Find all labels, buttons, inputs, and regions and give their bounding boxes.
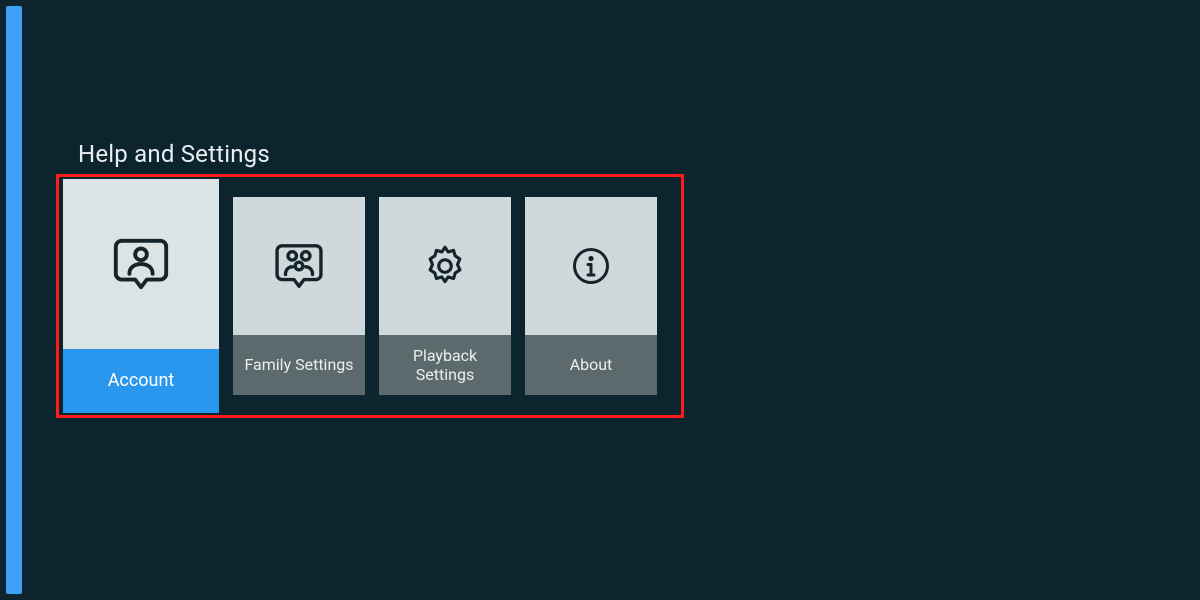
settings-tiles-highlight-frame: Account Family Settings Playback Setting… <box>56 174 684 418</box>
gear-icon <box>379 197 511 335</box>
family-bubble-icon <box>233 197 365 335</box>
tile-label: About <box>525 335 657 395</box>
tile-label: Family Settings <box>233 335 365 395</box>
person-bubble-icon <box>63 179 219 349</box>
left-accent-bar <box>6 6 22 594</box>
settings-tile-about[interactable]: About <box>525 197 657 395</box>
settings-tile-playback[interactable]: Playback Settings <box>379 197 511 395</box>
tile-label: Account <box>63 349 219 413</box>
settings-tile-family[interactable]: Family Settings <box>233 197 365 395</box>
tile-label: Playback Settings <box>379 335 511 395</box>
page-title: Help and Settings <box>78 140 270 168</box>
info-icon <box>525 197 657 335</box>
settings-tile-account[interactable]: Account <box>63 179 219 413</box>
